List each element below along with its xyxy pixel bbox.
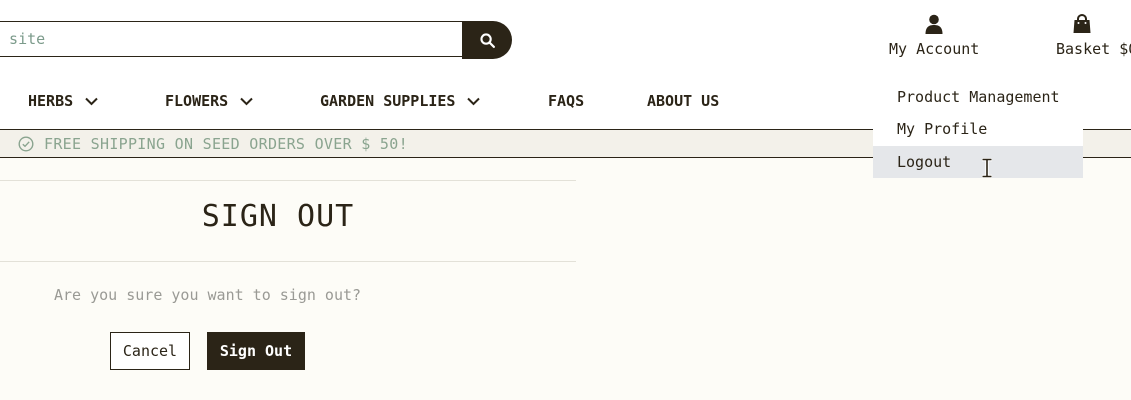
search-icon — [479, 32, 495, 48]
nav-item-about-us[interactable]: ABOUT US — [647, 92, 719, 110]
account-dropdown-menu: Product Management My Profile Logout — [873, 81, 1083, 178]
chevron-down-icon — [240, 97, 253, 105]
nav-item-label: GARDEN SUPPLIES — [320, 92, 456, 110]
search-button[interactable] — [462, 21, 512, 59]
my-account-link[interactable]: My Account — [889, 14, 979, 58]
sign-out-button[interactable]: Sign Out — [207, 332, 305, 370]
nav-item-label: FAQS — [548, 92, 585, 110]
basket-link[interactable]: Basket $0.00 — [1028, 14, 1131, 58]
basket-label: Basket $0.00 — [1056, 40, 1131, 58]
nav-item-label: HERBS — [28, 92, 74, 110]
my-account-label: My Account — [889, 40, 980, 58]
nav-item-label: ABOUT US — [647, 92, 720, 110]
page-title: SIGN OUT — [201, 199, 355, 234]
nav-item-flowers[interactable]: FLOWERS — [165, 92, 253, 110]
nav-item-faqs[interactable]: FAQS — [548, 92, 584, 110]
nav-item-garden-supplies[interactable]: GARDEN SUPPLIES — [320, 92, 481, 110]
signout-header: SIGN OUT — [0, 180, 576, 262]
menu-item-logout[interactable]: Logout — [873, 146, 1083, 178]
search-input[interactable] — [0, 21, 462, 57]
user-icon — [925, 14, 943, 34]
nav-item-label: FLOWERS — [165, 92, 229, 110]
header: My Account Basket $0.00 — [0, 0, 1131, 80]
signout-question: Are you sure you want to sign out? — [54, 286, 362, 304]
cancel-button[interactable]: Cancel — [110, 332, 190, 370]
text-cursor-icon — [982, 158, 992, 178]
chevron-down-icon — [85, 97, 98, 105]
menu-item-product-management[interactable]: Product Management — [873, 81, 1083, 113]
chevron-down-icon — [467, 97, 481, 105]
promo-text: FREE SHIPPING ON SEED ORDERS OVER $ 50! — [44, 134, 408, 153]
shopping-bag-icon — [1073, 14, 1091, 33]
nav-item-herbs[interactable]: HERBS — [28, 92, 98, 110]
menu-item-my-profile[interactable]: My Profile — [873, 113, 1083, 145]
check-circle-icon — [18, 135, 34, 152]
